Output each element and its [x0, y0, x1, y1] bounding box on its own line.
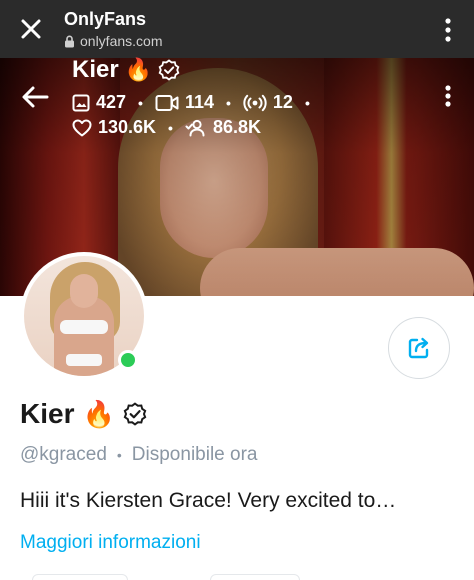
- online-status-indicator: [118, 350, 138, 370]
- share-button[interactable]: [388, 317, 450, 379]
- close-icon: [21, 19, 41, 39]
- photos-stat[interactable]: 427: [72, 92, 126, 113]
- likes-count: 130.6K: [98, 117, 157, 137]
- browser-menu-button[interactable]: [438, 16, 458, 44]
- lock-icon: [65, 35, 74, 47]
- handle-row: @kgraced • Disponibile ora: [20, 444, 258, 465]
- fans-stat: 86.8K: [185, 117, 261, 138]
- share-icon: [408, 337, 429, 359]
- streams-stat[interactable]: 12: [243, 92, 293, 113]
- browser-url[interactable]: onlyfans.com: [64, 33, 162, 49]
- heart-icon: [72, 119, 92, 136]
- fans-count: 86.8K: [212, 117, 261, 137]
- profile-name: Kier 🔥: [20, 398, 147, 430]
- more-vertical-icon: [445, 85, 451, 107]
- back-button[interactable]: [20, 84, 50, 110]
- profile-name-text: Kier: [20, 398, 75, 429]
- verified-icon: [158, 59, 180, 81]
- more-vertical-icon: [445, 18, 451, 42]
- likes-stat: 130.6K: [72, 117, 156, 138]
- back-arrow-icon: [22, 86, 49, 108]
- browser-toolbar: OnlyFans onlyfans.com: [0, 0, 474, 58]
- video-icon: [155, 94, 179, 111]
- videos-stat[interactable]: 114: [155, 92, 214, 113]
- tab-button[interactable]: [210, 574, 300, 580]
- browser-site-title: OnlyFans: [64, 9, 147, 29]
- videos-count: 114: [184, 92, 214, 112]
- profile-menu-button[interactable]: [444, 84, 452, 108]
- streams-count: 12: [272, 92, 293, 112]
- close-button[interactable]: [16, 14, 46, 44]
- fans-icon: [185, 119, 205, 136]
- fire-emoji: 🔥: [124, 57, 153, 82]
- stream-icon: [243, 94, 267, 111]
- availability-status: Disponibile ora: [131, 444, 258, 465]
- cover-name-text: Kier: [72, 56, 119, 83]
- profile-handle: @kgraced: [20, 444, 107, 465]
- fire-emoji: 🔥: [82, 398, 115, 429]
- cover-profile-name: Kier 🔥: [72, 56, 180, 84]
- profile-bio: Hiii it's Kiersten Grace! Very excited t…: [20, 489, 397, 512]
- cover-stats-row: 427 • 114 • 12 •: [72, 92, 316, 113]
- cover-stats-row-2: 130.6K • 86.8K: [72, 117, 261, 138]
- photos-count: 427: [96, 92, 127, 112]
- verified-icon: [123, 402, 147, 426]
- image-icon: [72, 94, 90, 111]
- tab-button[interactable]: [32, 574, 128, 580]
- more-info-link[interactable]: Maggiori informazioni: [20, 532, 201, 554]
- browser-url-text: onlyfans.com: [80, 33, 163, 49]
